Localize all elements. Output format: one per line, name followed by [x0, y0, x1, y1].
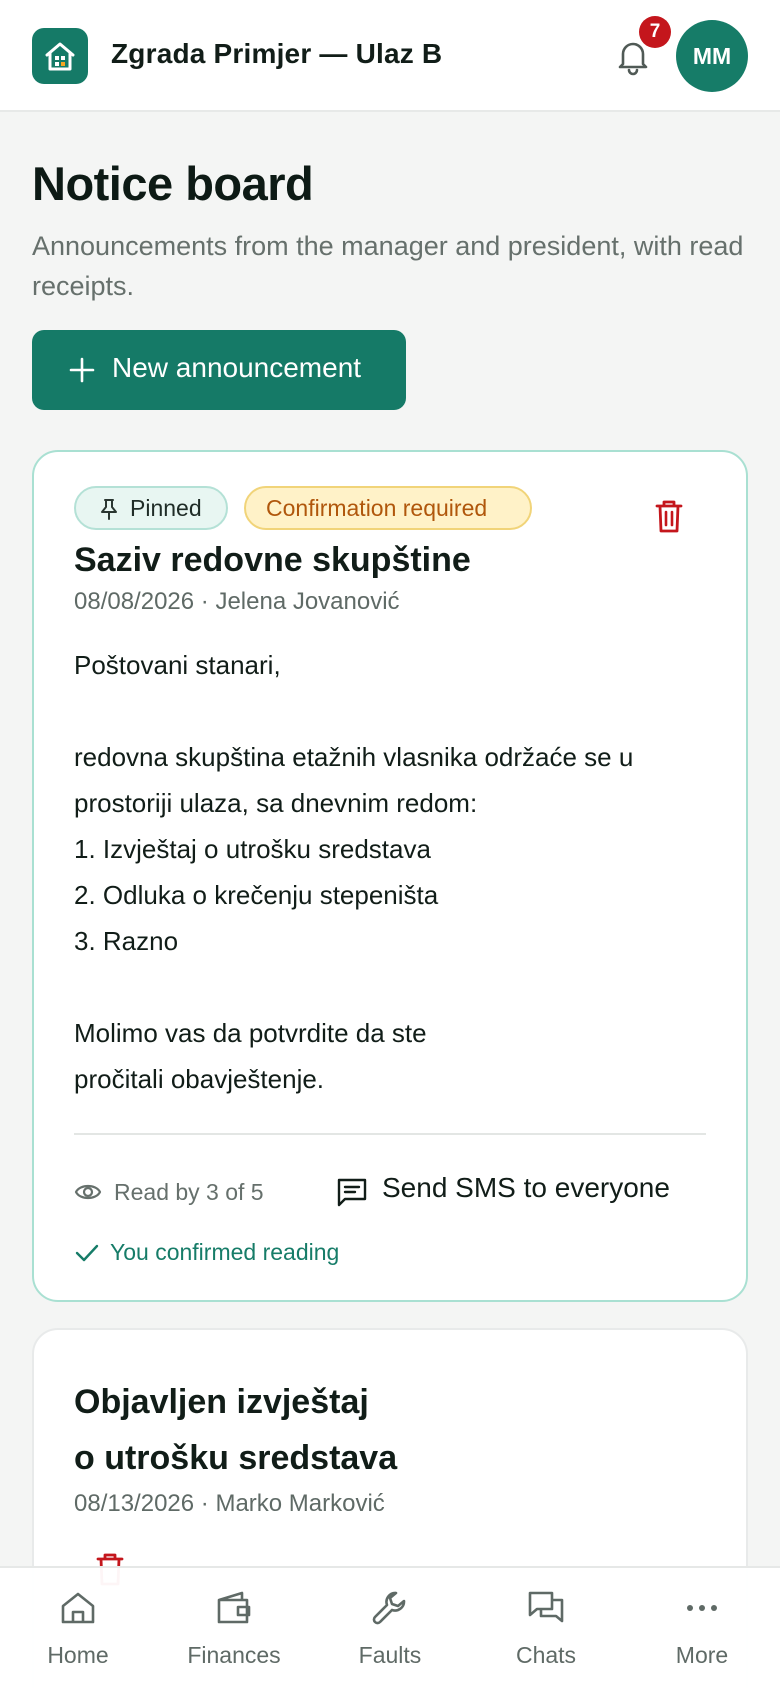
bottom-navigation: Home Finances Faults Chats More — [0, 1566, 780, 1688]
building-logo-icon[interactable] — [32, 28, 88, 84]
checkmark-icon — [75, 1244, 99, 1262]
wrench-icon — [372, 1591, 406, 1625]
user-avatar[interactable]: MM — [676, 20, 748, 92]
more-icon — [687, 1605, 717, 1611]
nav-home[interactable]: Home — [0, 1568, 156, 1688]
pinned-tag-label: Pinned — [130, 495, 202, 521]
announcement-title-line-2[interactable]: o utrošku sredstava — [74, 1430, 397, 1486]
top-bar: Zgrada Primjer — Ulaz B 7 MM — [0, 0, 780, 112]
announcement-card: Pinned Confirmation required Saziv redov… — [32, 450, 748, 1302]
pinned-tag: Pinned — [74, 486, 228, 530]
announcement-title[interactable]: Saziv redovne skupštine — [74, 532, 471, 588]
pin-icon — [101, 499, 117, 520]
notification-count-badge: 7 — [639, 16, 671, 48]
nav-faults[interactable]: Faults — [312, 1568, 468, 1688]
delete-trash-icon[interactable] — [651, 497, 687, 537]
app-title: Zgrada Primjer — Ulaz B — [111, 38, 443, 69]
chat-icon — [528, 1591, 564, 1623]
nav-faults-label: Faults — [358, 1642, 422, 1668]
page-subtitle: Announcements from the manager and presi… — [32, 231, 744, 301]
eye-icon — [74, 1184, 102, 1200]
send-sms-label: Send SMS to everyone — [382, 1172, 670, 1203]
nav-home-label: Home — [47, 1642, 109, 1668]
announcement-body: Poštovani stanari, redovna skupština eta… — [74, 650, 634, 1094]
read-receipts-label: Read by 3 of 5 — [114, 1179, 264, 1205]
announcement-meta: 08/08/2026 · Jelena Jovanović — [74, 588, 400, 615]
send-sms-button[interactable]: Send SMS to everyone — [336, 1168, 686, 1214]
confirmation-required-tag: Confirmation required — [244, 486, 532, 530]
card-divider — [74, 1133, 706, 1135]
nav-more-label: More — [675, 1642, 729, 1668]
confirmed-status-label: You confirmed reading — [110, 1239, 340, 1265]
message-icon — [337, 1178, 367, 1207]
wallet-icon — [217, 1591, 251, 1624]
nav-more[interactable]: More — [624, 1568, 780, 1688]
announcement-meta: 08/13/2026 · Marko Marković — [74, 1490, 385, 1517]
page-title: Notice board — [32, 157, 314, 210]
nav-finances-label: Finances — [187, 1642, 281, 1668]
new-announcement-button[interactable]: New announcement — [32, 330, 406, 410]
new-announcement-label: New announcement — [112, 352, 362, 383]
notice-board-page: Zgrada Primjer — Ulaz B 7 MM Notice boar… — [0, 0, 780, 1688]
announcement-title-line-1[interactable]: Objavljen izvještaj — [74, 1374, 369, 1430]
home-icon — [61, 1592, 95, 1624]
nav-chats-label: Chats — [515, 1642, 577, 1668]
nav-finances[interactable]: Finances — [156, 1568, 312, 1688]
nav-chats[interactable]: Chats — [468, 1568, 624, 1688]
plus-icon — [69, 357, 95, 383]
